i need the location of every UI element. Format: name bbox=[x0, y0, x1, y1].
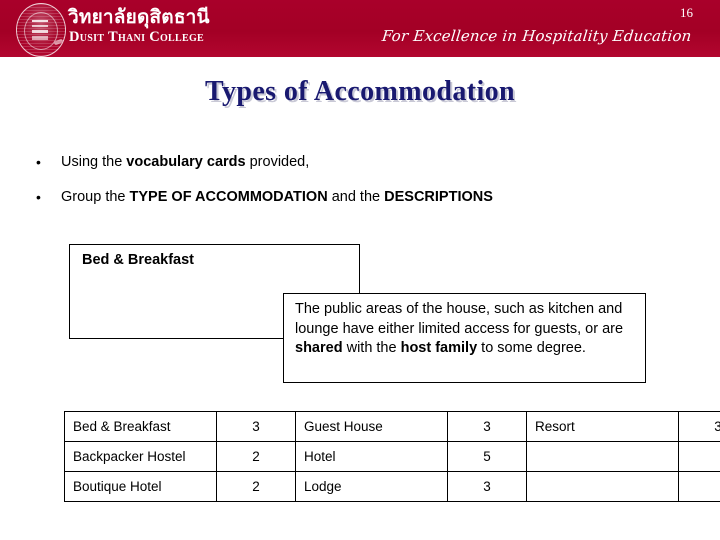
cell-count bbox=[678, 471, 720, 502]
cell-term: Bed & Breakfast bbox=[64, 411, 217, 442]
description-card-text: The public areas of the house, such as k… bbox=[295, 301, 624, 356]
bullet-item-1: • Using the vocabulary cards provided, bbox=[33, 153, 693, 171]
dusit-thani-oval-emblem-icon bbox=[16, 3, 66, 57]
brand-name-english: Dusit Thani College bbox=[69, 29, 204, 45]
cell-term: Backpacker Hostel bbox=[64, 441, 217, 472]
cell-count: 5 bbox=[447, 441, 527, 472]
bullet-text-2: Group the TYPE OF ACCOMMODATION and the … bbox=[61, 189, 493, 205]
header-banner: วิทยาลัยดุสิตธานี Dusit Thani College 16… bbox=[0, 0, 720, 57]
cell-term bbox=[526, 471, 679, 502]
table-row: Backpacker Hostel 2 Hotel 5 bbox=[64, 441, 720, 472]
slide-canvas: วิทยาลัยดุสิตธานี Dusit Thani College 16… bbox=[0, 0, 720, 540]
cell-count bbox=[678, 441, 720, 472]
slide-page-number: 16 bbox=[680, 5, 693, 20]
bullet-item-2: • Group the TYPE OF ACCOMMODATION and th… bbox=[33, 188, 693, 206]
term-card-label: Bed & Breakfast bbox=[82, 252, 195, 268]
bullet-marker-icon: • bbox=[36, 189, 41, 205]
cell-term bbox=[526, 441, 679, 472]
cell-count: 3 bbox=[447, 471, 527, 502]
cell-term: Guest House bbox=[295, 411, 448, 442]
vocabulary-count-table: Bed & Breakfast 3 Guest House 3 Resort 3… bbox=[64, 411, 720, 502]
cell-term: Boutique Hotel bbox=[64, 471, 217, 502]
bullet-text-1: Using the vocabulary cards provided, bbox=[61, 154, 310, 170]
cell-term: Hotel bbox=[295, 441, 448, 472]
cell-term: Resort bbox=[526, 411, 679, 442]
cell-count: 3 bbox=[447, 411, 527, 442]
table-row: Boutique Hotel 2 Lodge 3 bbox=[64, 471, 720, 502]
table-body: Bed & Breakfast 3 Guest House 3 Resort 3… bbox=[64, 411, 720, 502]
cell-count: 3 bbox=[678, 411, 720, 442]
brand-name-thai: วิทยาลัยดุสิตธานี bbox=[68, 6, 210, 28]
table-row: Bed & Breakfast 3 Guest House 3 Resort 3 bbox=[64, 411, 720, 442]
logo-crest-detail bbox=[32, 20, 48, 40]
bullet-marker-icon: • bbox=[36, 154, 41, 170]
cell-count: 2 bbox=[216, 471, 296, 502]
brand-tagline: For Excellence in Hospitality Education bbox=[381, 27, 693, 45]
cell-term: Lodge bbox=[295, 471, 448, 502]
cell-count: 2 bbox=[216, 441, 296, 472]
description-card: The public areas of the house, such as k… bbox=[283, 293, 646, 383]
cell-count: 3 bbox=[216, 411, 296, 442]
college-logo bbox=[16, 3, 66, 57]
page-title: Types of Accommodation bbox=[204, 76, 516, 107]
